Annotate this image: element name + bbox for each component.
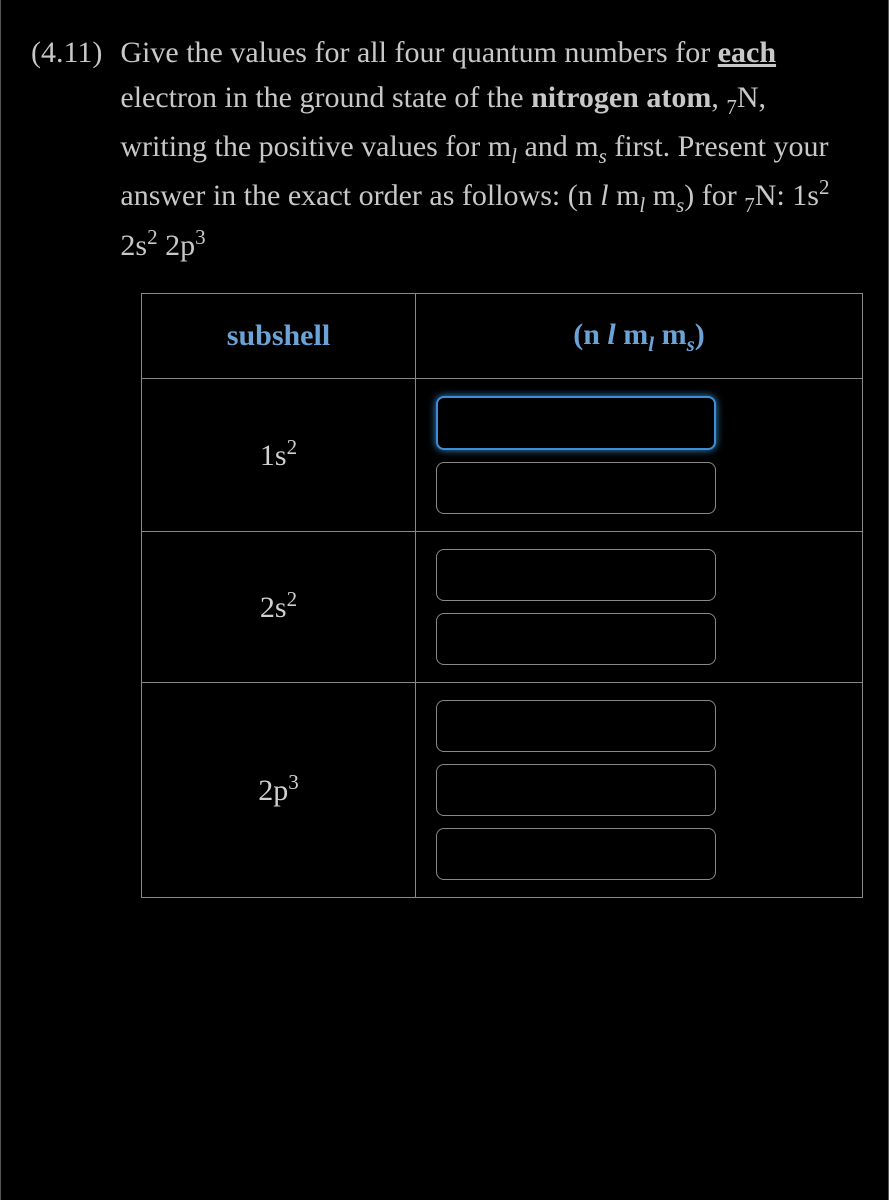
quantum-input[interactable]	[436, 462, 716, 514]
q-text-9: ) for	[684, 179, 744, 212]
q-colon: : 1s	[776, 179, 819, 212]
quantum-input[interactable]	[436, 549, 716, 601]
subshell-cell: 2p3	[142, 683, 416, 898]
subshell-superscript: 2	[287, 587, 298, 611]
answer-table: subshell (n l ml ms) 1s22s22p3	[141, 293, 863, 899]
table-row: 2s2	[142, 532, 863, 683]
hdr-mid2: m	[654, 318, 687, 351]
question-text: Give the values for all four quantum num…	[120, 30, 863, 268]
q-n: N	[737, 81, 759, 114]
table-row: 1s2	[142, 379, 863, 532]
q-text-2: electron in the ground state of the	[120, 81, 531, 114]
q-text-3: ,	[711, 81, 726, 114]
quantum-input[interactable]	[436, 828, 716, 880]
q-sup3: 3	[195, 225, 206, 249]
answer-cell	[415, 532, 862, 683]
quantum-input[interactable]	[436, 764, 716, 816]
subshell-superscript: 3	[288, 770, 299, 794]
subshell-label: 2s2	[260, 591, 297, 624]
question-container: (4.11) Give the values for all four quan…	[0, 0, 889, 1200]
q-nitrogen: nitrogen atom	[531, 81, 711, 114]
quantum-input[interactable]	[436, 700, 716, 752]
q-sp1: 2s	[120, 229, 147, 262]
header-subshell: subshell	[142, 293, 416, 379]
input-stack	[436, 695, 842, 885]
q-n2: N	[755, 179, 777, 212]
question-wrapper: (4.11) Give the values for all four quan…	[31, 30, 863, 268]
q-each: each	[718, 36, 776, 69]
answer-cell	[415, 683, 862, 898]
subshell-label: 1s2	[260, 439, 297, 472]
quantum-input[interactable]	[436, 396, 716, 450]
table-body: 1s2 2s2 2p3	[142, 379, 863, 898]
hdr-post: )	[695, 318, 705, 351]
hdr-l: l	[607, 318, 615, 351]
q-seven: 7	[726, 95, 737, 119]
q-sup2a: 2	[819, 175, 830, 199]
question-number: (4.11)	[31, 30, 102, 268]
q-seven2: 7	[744, 193, 755, 217]
subshell-cell: 1s2	[142, 379, 416, 532]
input-stack	[436, 391, 842, 519]
q-text-1: Give the values for all four quantum num…	[120, 36, 717, 69]
quantum-input[interactable]	[436, 613, 716, 665]
q-sup2b: 2	[147, 225, 158, 249]
q-l: l	[600, 179, 608, 212]
q-text-7: m	[609, 179, 640, 212]
hdr-ssub: s	[687, 332, 695, 356]
q-text-5: and m	[517, 130, 599, 163]
table-row: 2p3	[142, 683, 863, 898]
subshell-label: 2p3	[258, 774, 299, 807]
answer-cell	[415, 379, 862, 532]
input-stack	[436, 544, 842, 670]
q-ms-sub: s	[599, 144, 607, 168]
subshell-superscript: 2	[287, 435, 298, 459]
q-text-8: m	[645, 179, 676, 212]
hdr-pre: (n	[573, 318, 607, 351]
header-quantum: (n l ml ms)	[415, 293, 862, 379]
hdr-mid1: m	[616, 318, 649, 351]
q-sp2: 2p	[158, 229, 196, 262]
subshell-cell: 2s2	[142, 532, 416, 683]
